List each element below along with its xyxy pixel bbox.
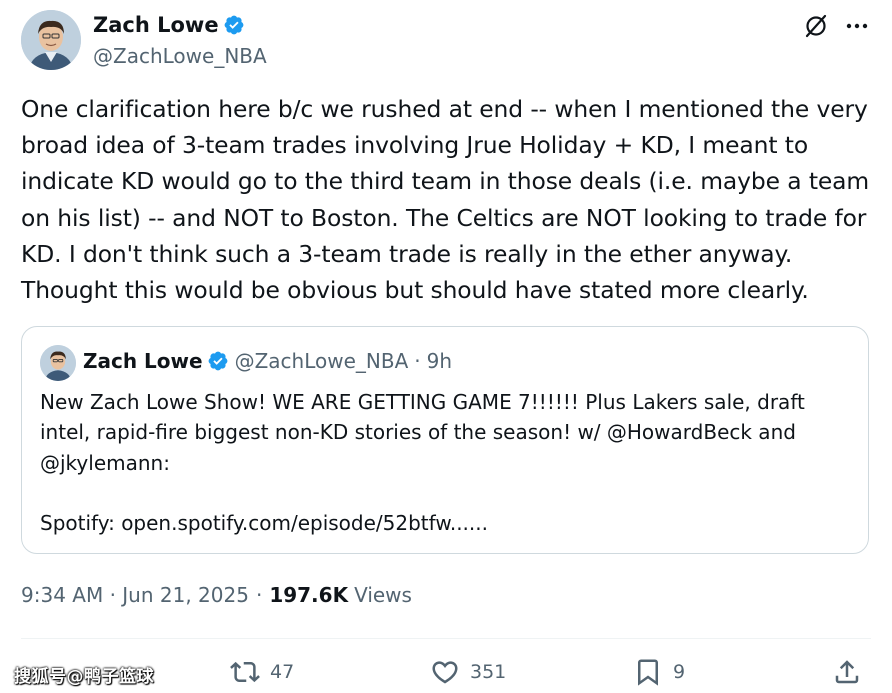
author-handle[interactable]: @ZachLowe_NBA [93,44,267,68]
quoted-text-line: intel, rapid-fire biggest non-KD stories… [40,420,796,445]
views-label: Views [354,583,412,607]
tweet-text: One clarification here b/c we rushed at … [21,91,876,308]
avatar[interactable] [21,10,81,70]
separator-dot: · [255,583,263,607]
bookmark-count: 9 [673,661,686,683]
share-button[interactable] [832,657,872,687]
retweet-button[interactable]: 47 [230,657,294,687]
bookmark-icon [638,659,658,686]
like-count: 351 [470,661,507,683]
grok-icon[interactable] [802,12,830,40]
bookmark-button[interactable]: 9 [633,657,685,687]
watermark: 搜狐号@鸭子篮球 [14,667,154,687]
quoted-tweet-card[interactable]: Zach Lowe @ZachLowe_NBA · 9h New Zach Lo… [21,326,869,554]
tweet-timestamp[interactable]: 9:34 AM · Jun 21, 2025 [21,583,249,607]
like-button[interactable]: 351 [430,657,506,687]
verified-badge-icon [208,351,227,371]
retweet-count: 47 [270,661,295,683]
views-count: 197.6K [269,583,349,607]
author-display-name[interactable]: Zach Lowe [93,13,219,37]
heart-icon [432,661,458,684]
quoted-avatar[interactable] [40,345,76,381]
quoted-text-line: @jkylemann: [40,450,170,475]
separator-dot: · [414,349,421,373]
tweet-text-line: KD. I don't think such a 3-team trade is… [21,239,793,268]
quoted-text: New Zach Lowe Show! WE ARE GETTING GAME … [40,387,855,538]
author-name-row: Zach Lowe [93,13,245,37]
quoted-handle[interactable]: @ZachLowe_NBA [235,349,409,373]
tweet-text-line: indicate KD would go to the third team i… [21,167,870,196]
quoted-display-name[interactable]: Zach Lowe [83,349,203,373]
verified-badge-icon [224,15,243,35]
tweet-meta: 9:34 AM · Jun 21, 2025 · 197.6K Views [21,583,412,607]
divider [21,638,871,639]
tweet-text-line: One clarification here b/c we rushed at … [21,95,868,123]
quoted-text-line: New Zach Lowe Show! WE ARE GETTING GAME … [40,390,805,414]
retweet-icon [230,661,260,683]
quoted-text-line [40,478,855,508]
quoted-timestamp[interactable]: 9h [427,349,452,373]
quoted-text-line: Spotify: open.spotify.com/episode/52btfw… [40,511,488,536]
share-icon [835,660,859,684]
more-icon[interactable] [843,12,871,40]
tweet-text-line: Thought this would be obvious but should… [21,276,809,305]
tweet-text-line: on his list) -- and NOT to Boston. The C… [21,203,867,232]
quoted-header: Zach Lowe @ZachLowe_NBA · 9h [83,349,452,373]
tweet-text-line: broad idea of 3-team trades involving Jr… [21,131,809,160]
